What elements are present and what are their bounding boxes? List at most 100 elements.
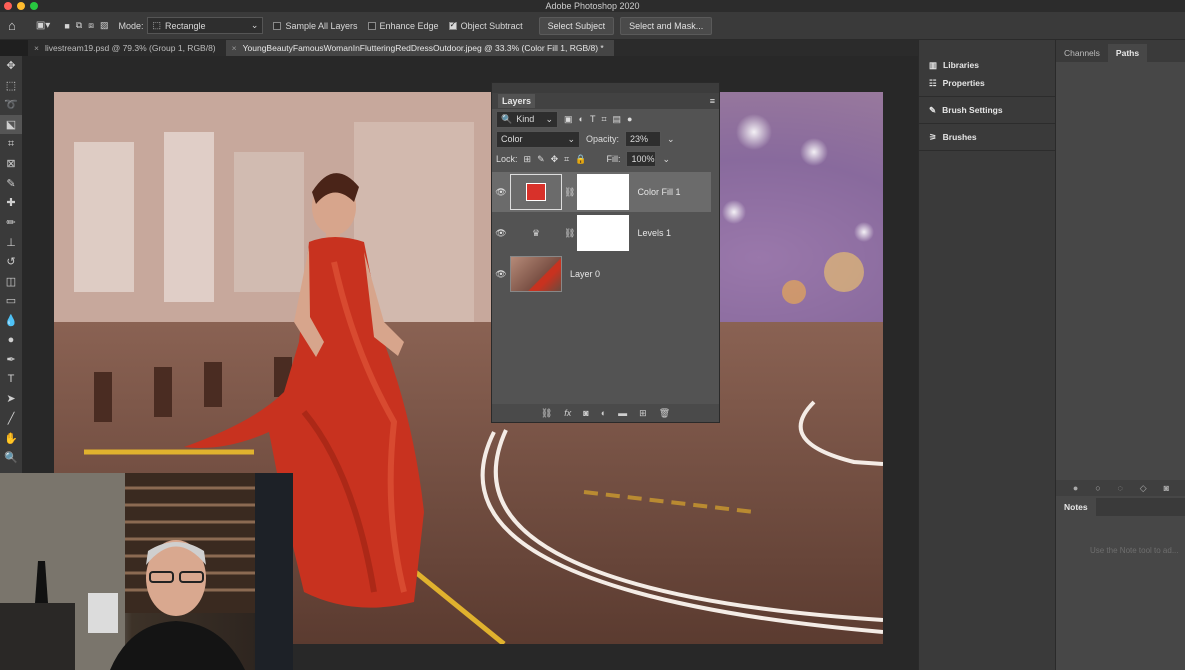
dock-item-brush-settings[interactable]: ✎ Brush Settings: [919, 101, 1055, 119]
marquee-tool-icon[interactable]: ⬚: [0, 76, 22, 96]
add-to-selection-icon[interactable]: ⧉: [76, 20, 82, 31]
tab-active-document[interactable]: × YoungBeautyFamousWomanInFlutteringRedDr…: [225, 40, 614, 56]
layer-row-levels-1[interactable]: 👁 ♛ ⛓ Levels 1: [492, 213, 711, 253]
zoom-tool-icon[interactable]: 🔍: [0, 448, 22, 468]
tab-channels[interactable]: Channels: [1056, 44, 1108, 62]
eyedropper-tool-icon[interactable]: ✎: [0, 174, 22, 194]
hand-tool-icon[interactable]: ✋: [0, 428, 22, 448]
layer-row-layer-0[interactable]: 👁 Layer 0: [492, 254, 711, 294]
visibility-eye-icon[interactable]: 👁: [492, 228, 510, 239]
history-brush-tool-icon[interactable]: ↺: [0, 252, 22, 272]
layer-mask-thumbnail[interactable]: [577, 215, 630, 251]
dock-item-libraries[interactable]: ▥ Libraries: [919, 56, 1055, 74]
clone-stamp-tool-icon[interactable]: ⊥: [0, 232, 22, 252]
intersect-selection-icon[interactable]: ▨: [100, 20, 109, 31]
kind-filter-select[interactable]: 🔍 Kind ⌄: [496, 110, 558, 128]
webcam-overlay: [0, 473, 293, 670]
blur-tool-icon[interactable]: 💧: [0, 311, 22, 331]
select-subject-button[interactable]: Select Subject: [538, 16, 615, 35]
lock-transparent-pixels-icon[interactable]: ⊞: [524, 154, 532, 165]
maximize-window-button[interactable]: [30, 2, 38, 10]
color-fill-thumbnail[interactable]: [510, 174, 562, 210]
layer-0-thumbnail[interactable]: [510, 256, 562, 292]
link-layers-icon[interactable]: ⛓: [541, 408, 552, 419]
add-mask-icon[interactable]: ◙: [1164, 483, 1169, 493]
visibility-eye-icon[interactable]: 👁: [492, 269, 510, 280]
lasso-tool-icon[interactable]: ➰: [0, 95, 22, 115]
layer-row-color-fill-1[interactable]: 👁 ⛓ Color Fill 1: [492, 172, 711, 212]
enhance-edge-checkbox[interactable]: Enhance Edge: [367, 21, 439, 31]
crop-tool-icon[interactable]: ⌗: [0, 134, 22, 154]
select-and-mask-button[interactable]: Select and Mask...: [620, 16, 713, 35]
layer-mask-thumbnail[interactable]: [577, 174, 630, 210]
lock-image-pixels-icon[interactable]: ✎: [537, 154, 545, 165]
add-mask-icon[interactable]: ◙: [583, 408, 588, 418]
object-subtract-checkbox[interactable]: Object Subtract: [448, 20, 523, 31]
link-chain-icon[interactable]: ⛓: [564, 228, 575, 239]
dock-item-label: Properties: [942, 78, 985, 88]
home-icon[interactable]: ⌂: [8, 18, 16, 33]
divider: [919, 150, 1055, 151]
opacity-input[interactable]: 23%: [625, 131, 662, 147]
layers-panel: Layers ≡ 🔍 Kind ⌄ ▣ ◐ T ⌗ ▤ ● Color ⌄ Op…: [491, 82, 720, 423]
layers-tab[interactable]: Layers: [498, 94, 536, 108]
line-tool-icon[interactable]: ╱: [0, 409, 22, 429]
smart-object-filter-icon[interactable]: ▤: [613, 114, 622, 125]
pen-tool-icon[interactable]: ✒: [0, 350, 22, 370]
new-selection-icon[interactable]: ■: [64, 21, 69, 31]
lock-artboard-icon[interactable]: ⌗: [564, 154, 569, 165]
subtract-from-selection-icon[interactable]: ⧈: [88, 20, 94, 31]
shape-filter-icon[interactable]: ⌗: [601, 114, 606, 125]
lock-position-icon[interactable]: ✥: [551, 154, 559, 165]
type-filter-icon[interactable]: T: [590, 114, 596, 124]
quick-selection-tool-preset-icon[interactable]: ▣▾: [36, 20, 50, 31]
frame-tool-icon[interactable]: ⊠: [0, 154, 22, 174]
dock-item-brushes[interactable]: ⚞ Brushes: [919, 128, 1055, 146]
levels-adjustment-thumbnail[interactable]: ♛: [510, 215, 562, 251]
quick-selection-tool-icon[interactable]: ⬕: [0, 114, 22, 135]
close-tab-icon[interactable]: ×: [34, 43, 39, 53]
fx-icon[interactable]: fx: [564, 408, 571, 418]
gradient-tool-icon[interactable]: ▭: [0, 291, 22, 311]
sample-all-layers-checkbox[interactable]: Sample All Layers: [273, 21, 358, 31]
chevron-down-icon[interactable]: ⌄: [662, 154, 670, 165]
pixel-filter-icon[interactable]: ▣: [564, 114, 573, 125]
layer-name[interactable]: Layer 0: [570, 269, 600, 279]
eraser-tool-icon[interactable]: ◫: [0, 272, 22, 292]
lock-all-icon[interactable]: 🔒: [575, 154, 586, 165]
brush-tool-icon[interactable]: ✏: [0, 213, 22, 233]
path-selection-tool-icon[interactable]: ➤: [0, 389, 22, 409]
close-window-button[interactable]: [4, 2, 12, 10]
minimize-window-button[interactable]: [17, 2, 25, 10]
link-chain-icon[interactable]: ⛓: [564, 187, 575, 198]
load-path-as-selection-icon[interactable]: ◌: [1118, 483, 1123, 493]
dock-item-label: Libraries: [943, 60, 979, 70]
close-tab-icon[interactable]: ×: [232, 43, 237, 53]
trash-icon[interactable]: 🗑: [659, 408, 670, 419]
panel-menu-icon[interactable]: ≡: [706, 94, 719, 108]
filter-toggle-icon[interactable]: ●: [627, 114, 632, 124]
tab-paths[interactable]: Paths: [1107, 44, 1148, 62]
adjustment-filter-icon[interactable]: ◐: [579, 114, 584, 124]
dock-item-properties[interactable]: ☷ Properties: [919, 74, 1055, 92]
new-layer-icon[interactable]: ⊞: [639, 408, 647, 419]
layer-name[interactable]: Color Fill 1: [637, 187, 680, 197]
healing-brush-tool-icon[interactable]: ✚: [0, 193, 22, 213]
new-group-icon[interactable]: ▬: [618, 408, 627, 418]
visibility-eye-icon[interactable]: 👁: [492, 187, 510, 198]
new-adjustment-layer-icon[interactable]: ◐: [601, 408, 606, 418]
layer-name[interactable]: Levels 1: [637, 228, 671, 238]
tab-livestream19[interactable]: × livestream19.psd @ 79.3% (Group 1, RGB/…: [28, 40, 226, 56]
stroke-path-icon[interactable]: ○: [1095, 483, 1100, 493]
fill-path-icon[interactable]: ●: [1073, 483, 1078, 493]
blend-mode-select[interactable]: Color ⌄: [496, 130, 580, 148]
make-work-path-icon[interactable]: ◇: [1140, 483, 1147, 494]
tab-notes[interactable]: Notes: [1056, 498, 1096, 516]
move-tool-icon[interactable]: ✥: [0, 56, 22, 76]
dodge-tool-icon[interactable]: ●: [0, 330, 22, 350]
type-tool-icon[interactable]: T: [0, 370, 22, 390]
mode-select[interactable]: ⬚ Rectangle ⌄: [147, 17, 264, 34]
layers-panel-drag-bar[interactable]: [492, 83, 719, 93]
fill-input[interactable]: 100%: [626, 151, 657, 167]
chevron-down-icon[interactable]: ⌄: [667, 134, 675, 145]
